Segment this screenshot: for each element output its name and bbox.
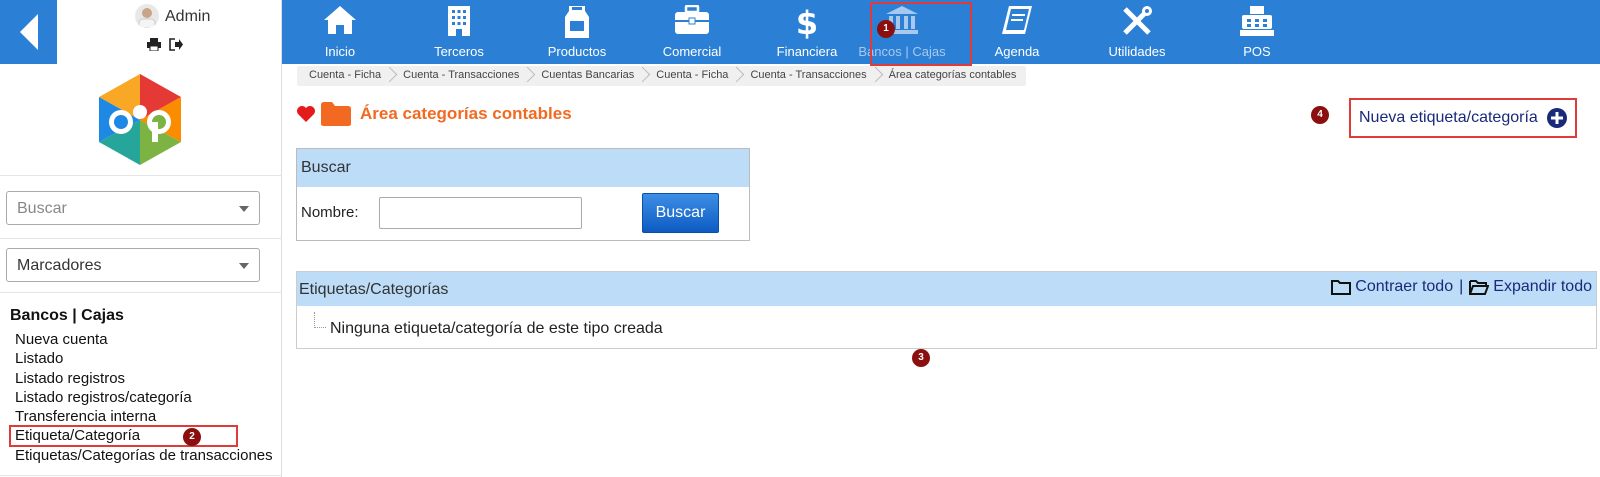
sidebar-item-etiquetas-transacciones[interactable]: Etiquetas/Categorías de transacciones (15, 446, 281, 465)
briefcase-icon (675, 5, 709, 34)
nav-label: Inicio (324, 44, 356, 59)
folder-icon (321, 102, 351, 126)
tree-panel-body: Ninguna etiqueta/categoría de este tipo … (297, 306, 1596, 348)
nav-item-agenda[interactable]: Agenda (972, 0, 1062, 64)
nav-item-comercial[interactable]: Comercial (642, 0, 742, 64)
tree-controls-separator: | (1459, 278, 1464, 295)
annotation-badge-1: 1 (877, 20, 895, 38)
sidebar-divider (0, 238, 282, 239)
nav-label: Comercial (662, 44, 722, 59)
user-actions (147, 38, 183, 51)
annotation-badge-2: 2 (183, 428, 201, 446)
svg-text:$: $ (796, 5, 818, 39)
nav-item-terceros[interactable]: Terceros (414, 0, 504, 64)
categories-tree-panel: Etiquetas/Categorías Contraer todo | Exp… (296, 271, 1597, 349)
back-button[interactable] (0, 0, 57, 64)
nav-item-productos[interactable]: Productos (527, 0, 627, 64)
tools-icon (1123, 6, 1152, 35)
nav-label: Utilidades (1108, 44, 1166, 59)
sidebar-divider (0, 292, 282, 293)
search-button[interactable]: Buscar (642, 193, 719, 233)
annotation-badge-4: 4 (1311, 106, 1329, 124)
collapse-all-link[interactable]: Contraer todo (1355, 278, 1453, 296)
left-sidebar: Admin Buscar Marcadores Bancos | Cajas N… (0, 0, 282, 477)
plus-circle-icon (1546, 108, 1567, 128)
breadcrumb-item[interactable]: Cuentas Bancarias (529, 66, 644, 86)
chevron-down-icon (239, 263, 249, 269)
tree-controls: Contraer todo | Expandir todo (1331, 278, 1592, 296)
tree-connector (314, 312, 326, 328)
nav-item-financiera[interactable]: $ Financiera (752, 0, 862, 64)
user-box: Admin (57, 0, 282, 64)
milk-carton-icon (565, 6, 589, 38)
breadcrumb: Cuenta - Ficha Cuenta - Transacciones Cu… (297, 66, 1027, 86)
name-input[interactable] (379, 197, 582, 229)
new-category-label: Nueva etiqueta/categoría (1359, 109, 1538, 126)
sidebar-item-listado-registros-categoria[interactable]: Listado registros/categoría (15, 388, 281, 407)
breadcrumb-item-current: Área categorías contables (888, 69, 1017, 81)
nav-item-pos[interactable]: POS (1202, 0, 1312, 64)
breadcrumb-item[interactable]: Cuenta - Ficha (297, 66, 391, 86)
nav-item-inicio[interactable]: Inicio (305, 0, 375, 64)
page-title: Área categorías contables (296, 101, 572, 127)
sidebar-section-title: Bancos | Cajas (10, 307, 124, 324)
breadcrumb-item[interactable]: Cuenta - Ficha (644, 66, 738, 86)
sidebar-item-nueva-cuenta[interactable]: Nueva cuenta (15, 330, 281, 349)
folder-open-icon (1469, 280, 1490, 295)
search-select[interactable]: Buscar (6, 191, 260, 225)
tree-panel-header: Etiquetas/Categorías Contraer todo | Exp… (297, 272, 1596, 306)
annotation-badge-3: 3 (912, 349, 930, 367)
heart-icon[interactable] (296, 105, 316, 123)
cash-register-icon (1240, 6, 1274, 36)
avatar[interactable] (135, 4, 159, 28)
logout-icon[interactable] (169, 38, 183, 51)
user-row: Admin (135, 4, 210, 28)
breadcrumb-item[interactable]: Cuenta - Transacciones (738, 66, 876, 86)
page-title-text: Área categorías contables (360, 104, 572, 123)
search-panel-body: Nombre: Buscar (297, 187, 749, 242)
chevron-down-icon (239, 206, 249, 212)
name-label: Nombre: (301, 204, 359, 221)
app-root: Admin Buscar Marcadores Bancos | Cajas N… (0, 0, 1600, 477)
breadcrumb-item[interactable]: Cuenta - Transacciones (391, 66, 529, 86)
building-icon (448, 6, 470, 36)
search-panel: Buscar Nombre: Buscar (296, 148, 750, 241)
highlight-box-2 (9, 425, 238, 447)
nav-item-utilidades[interactable]: Utilidades (1082, 0, 1192, 64)
expand-all-link[interactable]: Expandir todo (1493, 278, 1592, 296)
nav-label: Agenda (994, 44, 1040, 59)
arrow-left-icon (19, 14, 38, 50)
bookmarks-select[interactable]: Marcadores (6, 248, 260, 282)
bookmarks-select-label: Marcadores (17, 257, 102, 274)
user-avatar-icon (138, 8, 156, 28)
nav-label: Financiera (776, 44, 838, 59)
tree-panel-title: Etiquetas/Categorías (299, 281, 449, 298)
folder-closed-icon (1331, 280, 1352, 295)
user-name: Admin (165, 8, 211, 25)
dollar-icon: $ (796, 5, 818, 39)
home-icon (324, 6, 356, 34)
print-icon[interactable] (147, 38, 161, 51)
sidebar-divider (0, 175, 282, 176)
nav-label: POS (1243, 44, 1271, 59)
nav-label: Terceros (434, 44, 484, 59)
erp-logo (95, 72, 185, 167)
sidebar-divider (0, 475, 282, 476)
sidebar-item-transferencia-interna[interactable]: Transferencia interna (15, 407, 281, 426)
book-icon (1002, 6, 1032, 34)
sidebar-item-listado[interactable]: Listado (15, 349, 281, 368)
sidebar-item-listado-registros[interactable]: Listado registros (15, 369, 281, 388)
search-select-label: Buscar (17, 200, 67, 217)
search-panel-header: Buscar (297, 149, 749, 187)
tree-empty-message: Ninguna etiqueta/categoría de este tipo … (330, 320, 663, 337)
new-category-button[interactable]: Nueva etiqueta/categoría (1349, 98, 1577, 138)
nav-label: Productos (547, 44, 607, 59)
